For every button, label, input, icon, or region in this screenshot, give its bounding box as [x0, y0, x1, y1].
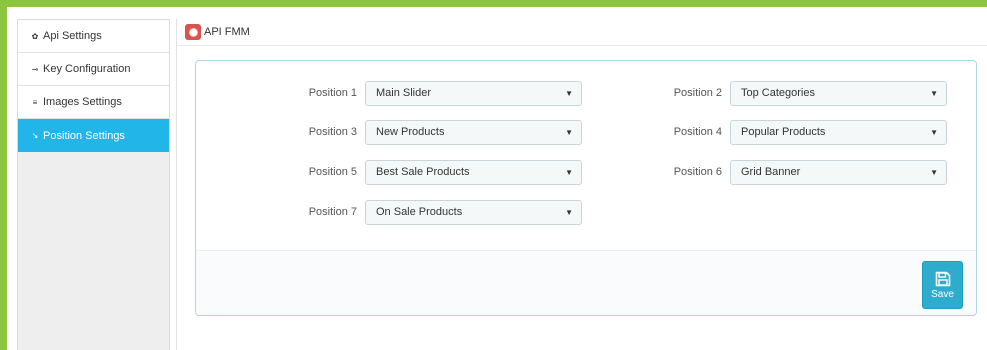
- frame-left-border: [0, 0, 7, 350]
- sidebar-item-api-settings[interactable]: ✿ Api Settings: [18, 20, 169, 53]
- position-6-select[interactable]: Grid Banner ▼: [730, 160, 947, 185]
- sidebar-item-label: Images Settings: [43, 96, 122, 108]
- gear-icon: ✿: [31, 31, 39, 41]
- sidebar: ✿ Api Settings ⊸ Key Configuration ≡ Ima…: [17, 19, 170, 350]
- sidebar-item-label: Position Settings: [43, 129, 125, 142]
- sidebar-item-label: Key Configuration: [43, 63, 131, 75]
- save-button-label: Save: [931, 288, 954, 300]
- sidebar-item-label: Api Settings: [43, 30, 102, 42]
- position-3-select[interactable]: New Products ▼: [365, 120, 582, 145]
- chevron-down-icon: ▼: [565, 89, 573, 98]
- sidebar-item-images-settings[interactable]: ≡ Images Settings: [18, 86, 169, 119]
- main-content: API FMM Position 1 Main Slider ▼ Positio…: [176, 19, 987, 350]
- position-1-value: Main Slider: [376, 87, 432, 99]
- position-5-value: Best Sale Products: [376, 166, 470, 178]
- chevron-down-icon: ▼: [930, 168, 938, 177]
- position-2-value: Top Categories: [741, 87, 815, 99]
- floppy-disk-icon: [935, 271, 950, 286]
- position-3-value: New Products: [376, 126, 445, 138]
- position-2-select[interactable]: Top Categories ▼: [730, 81, 947, 106]
- list-icon: ≡: [32, 97, 38, 107]
- chevron-down-icon: ▼: [930, 128, 938, 137]
- chevron-down-icon: ▼: [930, 89, 938, 98]
- position-5-label: Position 5: [308, 166, 357, 178]
- position-settings-panel: Position 1 Main Slider ▼ Position 2 Top …: [195, 60, 977, 316]
- key-icon: ⊸: [31, 64, 39, 74]
- position-7-label: Position 7: [308, 206, 357, 218]
- app-logo-icon: [185, 24, 201, 40]
- page-title: API FMM: [204, 26, 250, 38]
- position-1-select[interactable]: Main Slider ▼: [365, 81, 582, 106]
- position-4-label: Position 4: [673, 126, 722, 138]
- position-2-label: Position 2: [673, 87, 722, 99]
- chevron-down-icon: ▼: [565, 128, 573, 137]
- position-1-label: Position 1: [308, 87, 357, 99]
- sidebar-item-position-settings[interactable]: ↘ Position Settings: [18, 119, 169, 152]
- position-3-label: Position 3: [308, 126, 357, 138]
- panel-footer: [196, 250, 976, 315]
- save-button[interactable]: Save: [922, 261, 963, 309]
- position-6-label: Position 6: [673, 166, 722, 178]
- arrows-icon: ↘: [31, 131, 39, 140]
- position-4-value: Popular Products: [741, 126, 826, 138]
- frame-top-border: [0, 0, 987, 7]
- position-7-select[interactable]: On Sale Products ▼: [365, 200, 582, 225]
- position-5-select[interactable]: Best Sale Products ▼: [365, 160, 582, 185]
- page-header: API FMM: [177, 19, 987, 46]
- chevron-down-icon: ▼: [565, 168, 573, 177]
- chevron-down-icon: ▼: [565, 208, 573, 217]
- sidebar-item-key-configuration[interactable]: ⊸ Key Configuration: [18, 53, 169, 86]
- position-6-value: Grid Banner: [741, 166, 801, 178]
- position-7-value: On Sale Products: [376, 206, 463, 218]
- position-4-select[interactable]: Popular Products ▼: [730, 120, 947, 145]
